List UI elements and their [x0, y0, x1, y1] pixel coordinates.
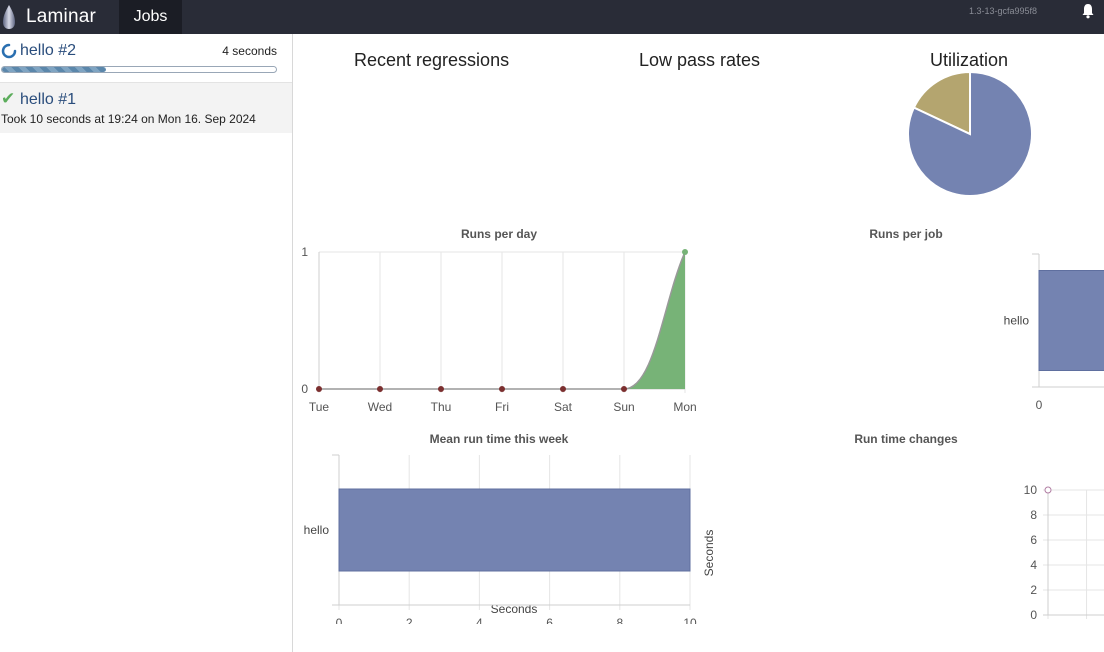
data-point	[682, 249, 688, 255]
data-point	[316, 386, 322, 392]
chart-title: Mean run time this week	[430, 432, 569, 446]
data-point	[560, 386, 566, 392]
app-name: Laminar	[26, 6, 97, 27]
x-tick-label: 10	[683, 616, 697, 624]
job-progress-fill	[2, 67, 107, 72]
data-point	[621, 386, 627, 392]
y-tick-label: hello	[304, 523, 330, 537]
bell-icon[interactable]	[1081, 3, 1095, 19]
x-tick-label: Thu	[431, 400, 452, 414]
y-tick-label: 0	[1030, 608, 1037, 619]
y-tick-label: hello	[1004, 314, 1030, 328]
x-tick-label: Fri	[495, 400, 509, 414]
y-tick-label: 0	[301, 382, 308, 396]
checkmark-icon: ✔	[1, 89, 16, 108]
mean-run-time-chart: Mean run time this week Seconds 0 2 4 6 8 10 h…	[304, 432, 697, 624]
y-tick-label: 1	[301, 245, 308, 259]
spinner-icon	[1, 43, 17, 59]
data-point	[377, 386, 383, 392]
section-recent-regressions: Recent regressions	[354, 50, 510, 70]
data-point	[499, 386, 505, 392]
job-title[interactable]: hello #1	[20, 91, 76, 109]
bar	[338, 488, 691, 572]
y-tick-label: 8	[1030, 508, 1037, 522]
x-tick-label: Mon	[673, 400, 696, 414]
runs-per-day-chart: Runs per day 0 1 Tue Wed Thu Fri Sat Sun Mon	[301, 227, 696, 414]
x-tick-label: Tue	[309, 400, 330, 414]
job-item-completed[interactable]: hello #1 Took 10 seconds at 19:24 on Mon…	[0, 83, 292, 133]
job-list-sidebar: hello #2 4 seconds hello #1 Took 10 seco…	[0, 34, 293, 652]
x-tick-label: 0	[336, 616, 343, 624]
y-tick-label: 10	[1024, 483, 1038, 497]
x-tick-label: 0	[1036, 398, 1043, 412]
utilization-pie-chart	[907, 71, 1033, 197]
job-progress-bar	[1, 66, 277, 73]
laminar-logo-icon	[3, 5, 15, 29]
x-tick-label: Sat	[554, 400, 573, 414]
version-label: 1.3-13-gcfa995f8	[969, 6, 1038, 16]
brand[interactable]: Laminar	[0, 0, 96, 34]
y-tick-label: 2	[1030, 583, 1037, 597]
dashboard: Recent regressions Low pass rates Utiliz…	[293, 34, 1104, 652]
job-description: Took 10 seconds at 19:24 on Mon 16. Sep …	[1, 112, 256, 126]
y-axis-label: Seconds	[702, 530, 716, 577]
nav-jobs-link[interactable]: Jobs	[119, 0, 182, 34]
x-tick-label: 4	[476, 616, 483, 624]
chart-title: Runs per day	[461, 227, 537, 241]
section-utilization: Utilization	[930, 50, 1009, 70]
section-low-pass-rates: Low pass rates	[639, 50, 761, 70]
y-tick-label: 6	[1030, 533, 1037, 547]
job-item-running[interactable]: hello #2 4 seconds	[0, 34, 292, 83]
y-tick-label: 4	[1030, 558, 1037, 572]
x-axis-label: Seconds	[491, 602, 538, 616]
x-tick-label: 2	[406, 616, 413, 624]
data-point	[1044, 486, 1052, 494]
x-tick-label: Sun	[613, 400, 634, 414]
x-tick-label: 8	[616, 616, 623, 624]
job-title[interactable]: hello #2	[20, 42, 76, 60]
data-point	[438, 386, 444, 392]
runs-per-job-chart: Runs per job 01hello	[869, 227, 1104, 412]
chart-title: Runs per job	[869, 227, 942, 241]
bar	[1038, 270, 1104, 371]
x-tick-label: Wed	[368, 400, 392, 414]
chart-title: Run time changes	[854, 432, 958, 446]
run-time-changes-chart: Run time changes Seconds 0246810hello	[702, 432, 1104, 619]
top-navbar: Laminar Jobs 1.3-13-gcfa995f8	[0, 0, 1104, 34]
x-tick-label: 6	[546, 616, 553, 624]
job-elapsed: 4 seconds	[222, 44, 277, 58]
